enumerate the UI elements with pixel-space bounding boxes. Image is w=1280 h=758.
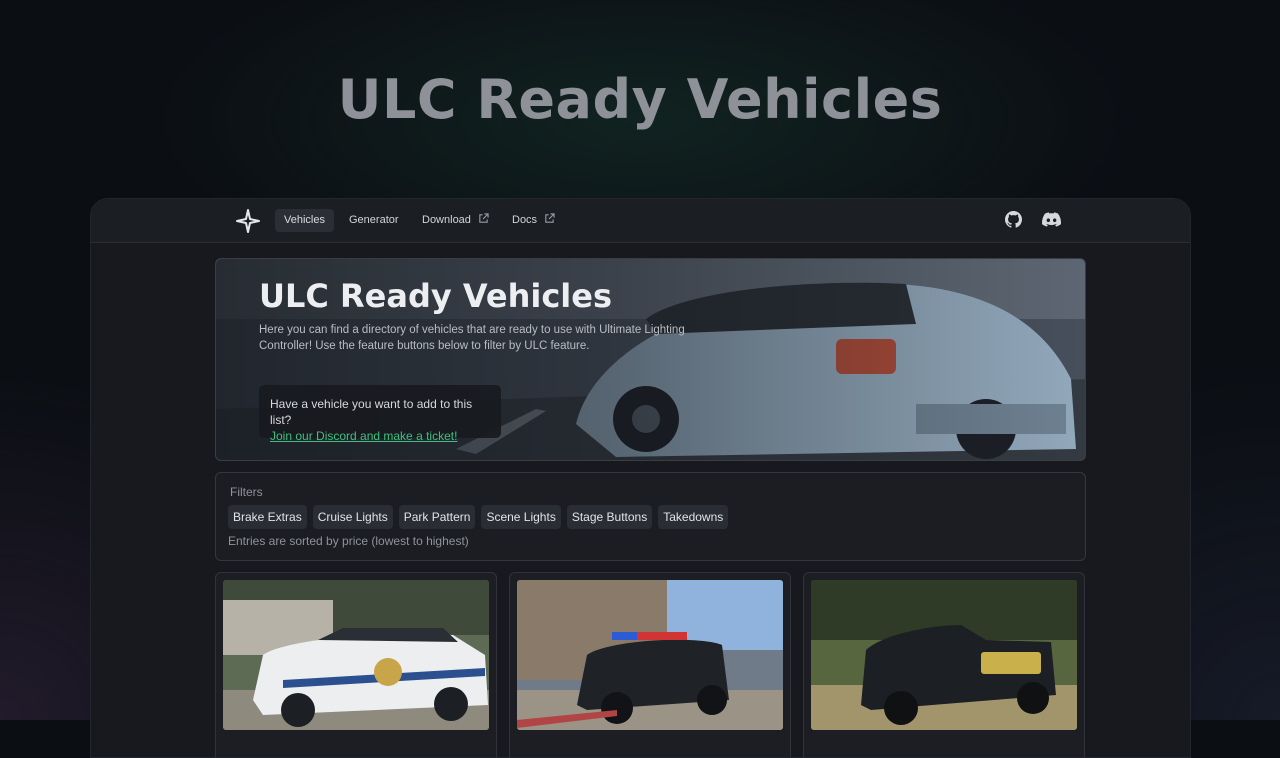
banner-title: ULC Ready Vehicles xyxy=(259,277,612,315)
nav-generator[interactable]: Generator xyxy=(340,209,408,232)
submit-callout: Have a vehicle you want to add to this l… xyxy=(259,385,501,443)
vehicle-card[interactable] xyxy=(803,572,1085,757)
nav-vehicles-label: Vehicles xyxy=(284,214,325,226)
external-link-icon xyxy=(545,213,555,223)
nav-download[interactable]: Download xyxy=(413,209,498,232)
discord-ticket-link[interactable]: Join our Discord and make a ticket! xyxy=(270,428,490,445)
sort-note: Entries are sorted by price (lowest to h… xyxy=(228,534,469,548)
filter-chip-brake-extras[interactable]: Brake Extras xyxy=(228,505,307,529)
nav-generator-label: Generator xyxy=(349,214,399,226)
filter-chip-stage-buttons[interactable]: Stage Buttons xyxy=(566,505,653,529)
discord-icon[interactable] xyxy=(1042,211,1061,228)
filter-chip-takedowns[interactable]: Takedowns xyxy=(658,505,729,529)
github-icon[interactable] xyxy=(1005,211,1022,228)
black-pickup-truck-photo xyxy=(811,580,1077,730)
top-navbar: Vehicles Generator Download Docs xyxy=(91,199,1190,243)
vehicle-card[interactable] xyxy=(509,572,791,757)
filter-chip-park-pattern[interactable]: Park Pattern xyxy=(398,505,476,529)
hero-banner: ULC Ready Vehicles Here you can find a d… xyxy=(215,258,1086,461)
banner-description: Here you can find a directory of vehicle… xyxy=(259,324,685,352)
filters-label: Filters xyxy=(230,485,263,499)
app-window: Vehicles Generator Download Docs ULC Rea… xyxy=(90,198,1191,758)
nav-vehicles[interactable]: Vehicles xyxy=(275,209,334,232)
nav-docs[interactable]: Docs xyxy=(503,209,564,232)
callout-text: Have a vehicle you want to add to this l… xyxy=(270,397,473,427)
filter-chip-row: Brake Extras Cruise Lights Park Pattern … xyxy=(228,505,729,529)
filters-panel: Filters Brake Extras Cruise Lights Park … xyxy=(215,472,1086,561)
nav-download-label: Download xyxy=(422,214,471,226)
nav-docs-label: Docs xyxy=(512,214,538,226)
white-sheriff-suv-photo xyxy=(223,580,489,730)
page-headline: ULC Ready Vehicles xyxy=(337,68,943,131)
sparkle-logo-icon[interactable] xyxy=(236,209,260,233)
vehicle-card[interactable] xyxy=(215,572,497,757)
filter-chip-scene-lights[interactable]: Scene Lights xyxy=(481,505,561,529)
filter-chip-cruise-lights[interactable]: Cruise Lights xyxy=(312,505,393,529)
black-police-suv-photo xyxy=(517,580,783,730)
external-link-icon xyxy=(479,213,489,223)
